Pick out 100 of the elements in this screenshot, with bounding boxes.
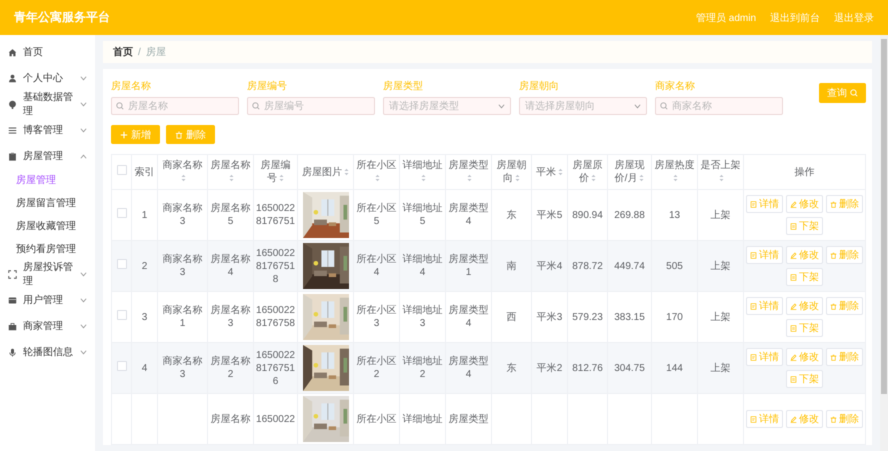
home-icon: [8, 48, 17, 56]
table-cell: 平米5: [536, 210, 562, 220]
table-cell: 上架: [710, 210, 730, 220]
filter-label: 房屋编号: [247, 80, 288, 93]
sidebar-item[interactable]: 房屋管理: [0, 143, 95, 169]
chevron-icon: [80, 298, 87, 302]
sort-icon[interactable]: [181, 174, 186, 182]
scrollbar[interactable]: [880, 35, 888, 451]
clipboard-icon: [8, 152, 17, 160]
document-icon: [790, 324, 797, 332]
column-header[interactable]: 房屋朝向: [492, 154, 532, 190]
table-cell: 东: [506, 362, 516, 374]
sidebar-item[interactable]: 博客管理: [0, 117, 95, 143]
table-cell: 房屋类型1: [448, 254, 488, 278]
table-cell: 165002281767518: [256, 248, 295, 284]
column-header[interactable]: 所在小区: [354, 154, 400, 190]
sidebar-item[interactable]: 个人中心: [0, 65, 95, 91]
table-cell: 平米4: [536, 260, 562, 272]
chevron-icon: [80, 76, 87, 80]
submenu-item[interactable]: 房屋管理: [0, 169, 95, 192]
table-cell: 144: [666, 362, 683, 374]
chevron-icon: [80, 324, 87, 328]
column-header[interactable]: 房屋热度: [652, 154, 698, 190]
column-header[interactable]: 房屋类型: [446, 154, 492, 190]
sort-icon[interactable]: [229, 174, 234, 182]
pencil-icon: [790, 252, 797, 258]
submenu-item[interactable]: 房屋留言管理: [0, 192, 95, 215]
table-cell: 商家名称3: [162, 203, 202, 227]
microphone-icon: [8, 348, 17, 356]
person-icon: [8, 74, 17, 82]
sort-icon[interactable]: [639, 174, 644, 182]
table-cell: 详细地址: [402, 414, 442, 424]
column-header: 操作: [744, 154, 866, 190]
table-cell: 170: [666, 312, 683, 322]
submenu-item[interactable]: 预约看房管理: [0, 238, 95, 261]
column-header[interactable]: 详细地址: [400, 154, 446, 190]
checkbox[interactable]: [116, 361, 126, 371]
document-icon: [790, 222, 797, 230]
sort-icon[interactable]: [673, 174, 678, 182]
trash-icon: [830, 200, 837, 208]
table-cell: 房屋类型4: [448, 203, 488, 227]
breadcrumb-item[interactable]: 首页: [113, 45, 133, 59]
sort-icon[interactable]: [467, 174, 472, 182]
checkbox[interactable]: [116, 310, 126, 320]
table-cell: 13: [668, 210, 680, 220]
sort-icon[interactable]: [344, 168, 349, 176]
sort-icon[interactable]: [719, 174, 724, 182]
document-icon: [750, 302, 757, 310]
sort-icon[interactable]: [421, 174, 426, 182]
filter-label: 房屋朝向: [519, 80, 560, 93]
column-header[interactable]: 商家名称: [158, 154, 208, 190]
column-header[interactable]: 房屋原价: [568, 154, 608, 190]
table-cell: 房屋名称2: [210, 356, 250, 380]
column-header[interactable]: 房屋图片: [298, 154, 354, 190]
chevron-icon: [634, 104, 641, 108]
breadcrumb-item[interactable]: 房屋: [146, 45, 166, 59]
table-cell: 165002281767516: [256, 350, 295, 386]
sort-icon[interactable]: [558, 168, 563, 176]
chevron-icon: [80, 128, 87, 132]
document-icon: [790, 274, 797, 280]
trash-icon: [175, 130, 183, 138]
table-cell: 详细地址4: [402, 254, 442, 278]
column-header[interactable]: 房屋名称: [208, 154, 254, 190]
column-header[interactable]: 平米: [532, 154, 568, 190]
filter-label: 商家名称: [655, 80, 696, 93]
sidebar-item[interactable]: 轮播图信息: [0, 339, 95, 365]
sort-icon[interactable]: [515, 174, 520, 182]
filter-label: 房屋名称: [111, 80, 152, 93]
checkbox[interactable]: [116, 259, 126, 269]
search-field[interactable]: 商家名称: [655, 97, 783, 115]
table-cell: 所在小区2: [356, 356, 396, 380]
table-cell: 商家名称3: [162, 254, 202, 278]
table-cell: 449.74: [614, 260, 645, 272]
sidebar-item[interactable]: 用户管理: [0, 287, 95, 313]
card-icon: [8, 296, 17, 304]
sidebar-item[interactable]: 首页: [0, 39, 95, 65]
column-header[interactable]: 房屋现价/月: [608, 154, 652, 190]
submenu-item[interactable]: 房屋收藏管理: [0, 215, 95, 238]
sidebar-item[interactable]: 商家管理: [0, 313, 95, 339]
search-field[interactable]: 房屋编号: [247, 97, 375, 115]
table-cell: 房屋名称5: [210, 203, 250, 227]
sort-icon[interactable]: [375, 174, 380, 182]
column-header[interactable]: 是否上架: [698, 154, 744, 190]
table-cell: 南: [506, 260, 516, 272]
chevron-icon: [80, 350, 87, 354]
checkbox[interactable]: [116, 208, 126, 218]
table-cell: 西: [506, 312, 516, 322]
sidebar-item[interactable]: 房屋投诉管理: [0, 261, 95, 287]
briefcase-icon: [8, 322, 17, 330]
checkbox[interactable]: [116, 165, 126, 175]
frame-icon: [8, 270, 17, 278]
trash-icon: [830, 252, 837, 258]
search-field[interactable]: 房屋名称: [111, 97, 239, 115]
sidebar-item[interactable]: 基础数据管理: [0, 91, 95, 117]
table-cell: 平米3: [536, 312, 562, 322]
sort-icon[interactable]: [591, 174, 596, 182]
user-label: 管理员 admin: [696, 12, 756, 24]
sort-icon[interactable]: [279, 174, 284, 182]
column-header[interactable]: 房屋编号: [254, 154, 298, 190]
table-cell: 1650022: [256, 414, 295, 424]
